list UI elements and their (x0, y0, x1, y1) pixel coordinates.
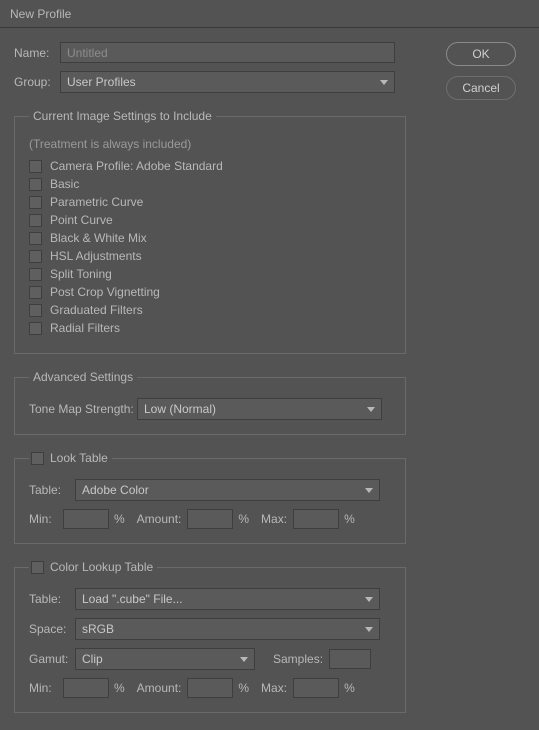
include-item-label: HSL Adjustments (50, 249, 142, 263)
clut-amount-input[interactable] (187, 678, 233, 698)
look-table-legend: Look Table (50, 451, 108, 465)
pct-symbol: % (238, 681, 249, 695)
pct-symbol: % (344, 512, 355, 526)
look-amount-input[interactable] (187, 509, 233, 529)
include-checkbox[interactable] (29, 322, 42, 335)
look-table-checkbox[interactable] (31, 452, 44, 465)
tone-map-select[interactable]: Low (Normal) (137, 398, 382, 420)
look-table-select[interactable]: Adobe Color (75, 479, 380, 501)
chevron-down-icon (367, 407, 375, 412)
pct-symbol: % (344, 681, 355, 695)
group-label: Group: (14, 75, 60, 89)
include-item: Basic (29, 177, 391, 191)
look-table-table-label: Table: (29, 483, 75, 497)
tone-map-value: Low (Normal) (144, 402, 216, 416)
clut-samples-label: Samples: (273, 652, 323, 666)
include-checkbox[interactable] (29, 178, 42, 191)
include-item: HSL Adjustments (29, 249, 391, 263)
title-bar: New Profile (0, 0, 539, 28)
clut-space-label: Space: (29, 622, 75, 636)
look-table-fieldset: Look Table Table: Adobe Color Min: % Amo… (14, 451, 406, 544)
chevron-down-icon (240, 657, 248, 662)
include-item: Point Curve (29, 213, 391, 227)
include-item: Black & White Mix (29, 231, 391, 245)
look-max-label: Max: (261, 512, 287, 526)
clut-min-input[interactable] (63, 678, 109, 698)
clut-min-label: Min: (29, 681, 57, 695)
include-legend: Current Image Settings to Include (29, 109, 216, 123)
clut-table-label: Table: (29, 592, 75, 606)
include-item-label: Black & White Mix (50, 231, 147, 245)
clut-gamut-value: Clip (82, 652, 103, 666)
include-checkbox[interactable] (29, 160, 42, 173)
name-label: Name: (14, 46, 60, 60)
include-note: (Treatment is always included) (29, 137, 391, 151)
pct-symbol: % (114, 681, 125, 695)
pct-symbol: % (238, 512, 249, 526)
pct-symbol: % (114, 512, 125, 526)
chevron-down-icon (365, 627, 373, 632)
include-checkbox[interactable] (29, 214, 42, 227)
clut-amount-label: Amount: (137, 681, 182, 695)
include-item-label: Camera Profile: Adobe Standard (50, 159, 223, 173)
include-item-label: Split Toning (50, 267, 112, 281)
name-input[interactable] (60, 42, 395, 63)
clut-max-input[interactable] (293, 678, 339, 698)
include-item-label: Post Crop Vignetting (50, 285, 160, 299)
clut-checkbox[interactable] (31, 561, 44, 574)
include-item: Graduated Filters (29, 303, 391, 317)
chevron-down-icon (380, 80, 388, 85)
ok-button-label: OK (472, 47, 489, 61)
advanced-legend: Advanced Settings (29, 370, 137, 384)
look-min-label: Min: (29, 512, 57, 526)
include-checkbox[interactable] (29, 304, 42, 317)
clut-table-value: Load ".cube" File... (82, 592, 183, 606)
cancel-button-label: Cancel (462, 81, 499, 95)
include-checkbox[interactable] (29, 268, 42, 281)
clut-space-select[interactable]: sRGB (75, 618, 380, 640)
clut-gamut-select[interactable]: Clip (75, 648, 255, 670)
clut-fieldset: Color Lookup Table Table: Load ".cube" F… (14, 560, 406, 713)
include-item-label: Parametric Curve (50, 195, 143, 209)
include-item-label: Radial Filters (50, 321, 120, 335)
include-item-label: Point Curve (50, 213, 113, 227)
look-amount-label: Amount: (137, 512, 182, 526)
include-item: Camera Profile: Adobe Standard (29, 159, 391, 173)
clut-max-label: Max: (261, 681, 287, 695)
look-max-input[interactable] (293, 509, 339, 529)
clut-legend: Color Lookup Table (50, 560, 153, 574)
ok-button[interactable]: OK (446, 42, 516, 66)
clut-table-select[interactable]: Load ".cube" File... (75, 588, 380, 610)
include-fieldset: Current Image Settings to Include (Treat… (14, 109, 406, 354)
advanced-fieldset: Advanced Settings Tone Map Strength: Low… (14, 370, 406, 435)
chevron-down-icon (365, 597, 373, 602)
window-title: New Profile (10, 7, 71, 21)
include-checkbox[interactable] (29, 232, 42, 245)
group-select[interactable]: User Profiles (60, 71, 395, 93)
include-item: Parametric Curve (29, 195, 391, 209)
include-item-label: Graduated Filters (50, 303, 143, 317)
clut-gamut-label: Gamut: (29, 652, 75, 666)
include-checkbox[interactable] (29, 196, 42, 209)
clut-samples-input[interactable] (329, 649, 371, 669)
clut-space-value: sRGB (82, 622, 114, 636)
look-table-value: Adobe Color (82, 483, 149, 497)
include-checkbox[interactable] (29, 250, 42, 263)
cancel-button[interactable]: Cancel (446, 76, 516, 100)
tone-map-label: Tone Map Strength: (29, 402, 137, 416)
chevron-down-icon (365, 488, 373, 493)
include-checkbox[interactable] (29, 286, 42, 299)
include-item: Split Toning (29, 267, 391, 281)
include-item: Radial Filters (29, 321, 391, 335)
include-item: Post Crop Vignetting (29, 285, 391, 299)
include-item-label: Basic (50, 177, 79, 191)
look-min-input[interactable] (63, 509, 109, 529)
group-select-value: User Profiles (67, 75, 136, 89)
